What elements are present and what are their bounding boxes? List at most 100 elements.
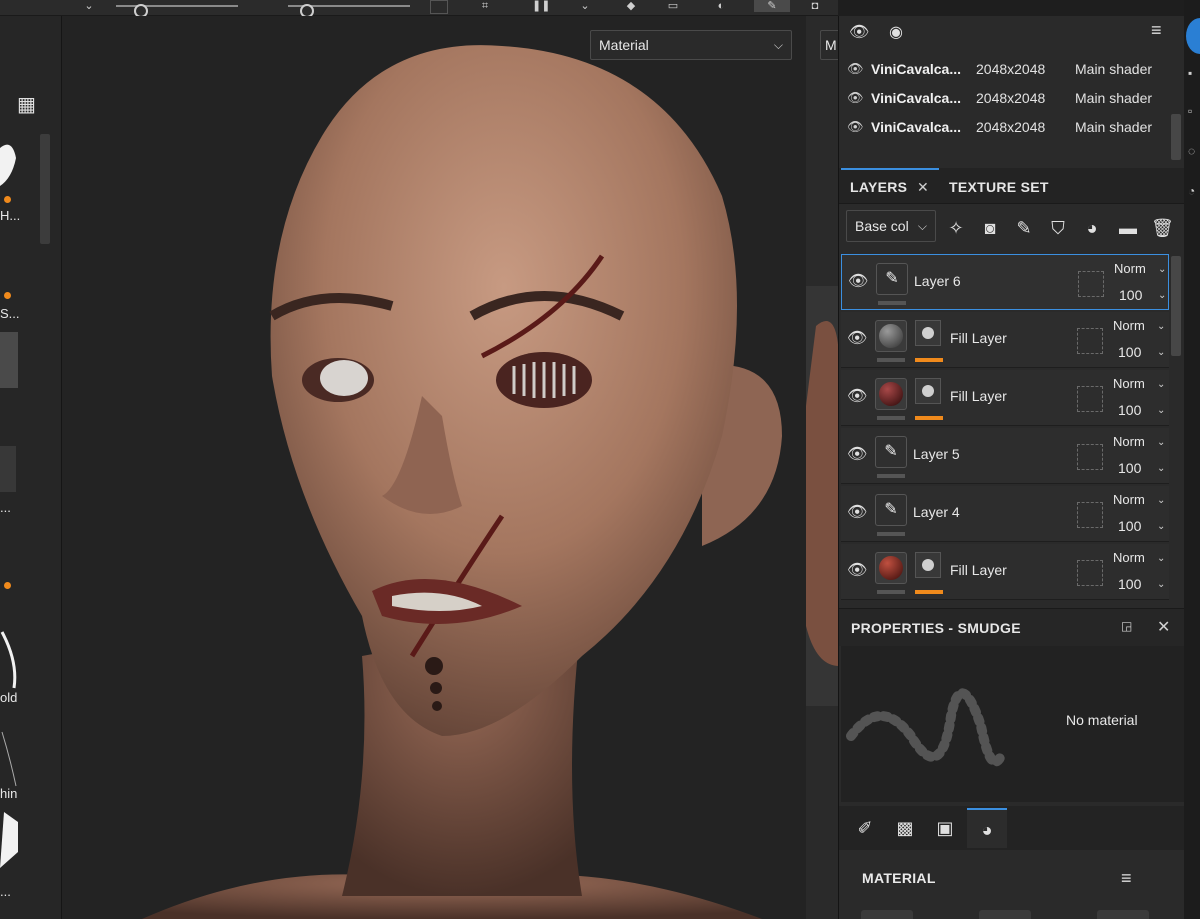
texture-set-row[interactable]: 👁 ViniCavalca... 2048x2048 Main shader [839, 54, 1171, 84]
mask-icon[interactable] [915, 378, 941, 404]
stencil-icon[interactable]: ▣ [925, 808, 965, 848]
texture-set-scrollbar[interactable] [1171, 114, 1181, 160]
dock-icon[interactable]: ▪ [1188, 66, 1192, 80]
eye-icon[interactable]: 👁 [847, 54, 864, 84]
chevron-down-icon[interactable]: ⌄ [1158, 264, 1166, 275]
dock-icon[interactable]: ◌ [1188, 144, 1195, 158]
symmetry-icon[interactable] [430, 0, 448, 14]
layer-name[interactable]: Fill Layer [950, 562, 1007, 578]
material-tab-icon[interactable]: ◕ [967, 808, 1007, 848]
layers-scrollbar[interactable] [1171, 256, 1181, 356]
undock-icon[interactable]: ◲ [1121, 619, 1132, 633]
layer-opacity[interactable]: 100 [1118, 576, 1141, 592]
chevron-down-icon[interactable]: ⌄ [1157, 321, 1165, 332]
layer-name[interactable]: Layer 6 [914, 273, 961, 289]
eye-icon[interactable]: 👁 [847, 560, 867, 580]
tab-layers[interactable]: LAYERS ✕ [841, 168, 939, 204]
blend-mode[interactable]: Norm [1113, 434, 1145, 449]
brush-tool-icon[interactable]: ✎ [754, 0, 790, 12]
blend-preview[interactable] [1077, 328, 1103, 354]
texture-set-row[interactable]: 👁 ViniCavalca... 2048x2048 Main shader [839, 83, 1171, 113]
blend-preview[interactable] [1078, 271, 1104, 297]
close-icon[interactable]: ✕ [1157, 617, 1170, 637]
curve-thumbnail[interactable] [0, 728, 20, 788]
texture-set-row[interactable]: 👁 ViniCavalca... 2048x2048 Main shader [839, 112, 1171, 142]
chevron-down-icon[interactable]: ⌄ [1157, 463, 1165, 474]
visibility-toggle-icon[interactable]: 👁 [849, 22, 869, 42]
material-button[interactable] [861, 910, 913, 919]
dock-active-button[interactable] [1186, 18, 1200, 54]
chevron-down-icon[interactable]: ⌄ [80, 0, 98, 12]
brush-thumbnail[interactable] [0, 812, 20, 872]
chevron-down-icon[interactable]: ⌄ [1157, 553, 1165, 564]
channel-dropdown[interactable]: Base col ⌵ [846, 210, 936, 242]
sphere-view-icon[interactable]: ◆ [622, 0, 640, 12]
layer-name[interactable]: Fill Layer [950, 330, 1007, 346]
display-settings-icon[interactable]: ⌄ [576, 0, 594, 12]
shelf-scrollbar[interactable] [40, 134, 50, 244]
eye-icon[interactable]: 👁 [847, 386, 867, 406]
layout-icon[interactable]: ▭ [664, 0, 682, 12]
close-icon[interactable]: ✕ [917, 170, 929, 204]
chevron-down-icon[interactable]: ⌄ [1157, 437, 1165, 448]
layer-name[interactable]: Layer 4 [913, 504, 960, 520]
add-fill-layer-icon[interactable]: ⛉ [1047, 217, 1069, 239]
chevron-down-icon[interactable]: ⌄ [1157, 347, 1165, 358]
layer-row-layer4[interactable]: 👁 ✎ Layer 4 Norm ⌄ 100 ⌄ [841, 486, 1169, 542]
blend-mode[interactable]: Norm [1113, 550, 1145, 565]
brush-settings-icon[interactable]: ✐ [845, 808, 885, 848]
uv-view-dropdown[interactable]: M [820, 30, 839, 60]
layer-name[interactable]: Fill Layer [950, 388, 1007, 404]
add-folder-icon[interactable]: ▬ [1117, 217, 1139, 239]
delete-layer-icon[interactable]: 🗑 [1151, 217, 1174, 239]
eye-icon[interactable]: 👁 [847, 328, 867, 348]
tab-texture-set-settings[interactable]: TEXTURE SET SETTINGS [949, 168, 1121, 233]
texture-thumbnail[interactable] [0, 436, 20, 496]
layer-row-layer6[interactable]: 👁 ✎ Layer 6 Norm ⌄ 100 ⌄ [841, 254, 1169, 310]
layer-row-fill-2[interactable]: 👁 Fill Layer Norm ⌄ 100 ⌄ [841, 370, 1169, 426]
chevron-down-icon[interactable]: ⌄ [1157, 405, 1165, 416]
add-paint-layer-icon[interactable]: ✎ [1013, 217, 1035, 239]
dock-icon[interactable]: ▫ [1188, 104, 1192, 118]
layer-name[interactable]: Layer 5 [913, 446, 960, 462]
pause-icon[interactable]: ❚❚ [532, 0, 550, 12]
blend-preview[interactable] [1077, 386, 1103, 412]
layer-opacity[interactable]: 100 [1118, 402, 1141, 418]
material-button[interactable] [979, 910, 1031, 919]
chevron-down-icon[interactable]: ⌄ [1157, 379, 1165, 390]
eye-icon[interactable]: ◉ [889, 22, 903, 42]
menu-icon[interactable]: ≡ [1121, 868, 1132, 889]
layer-row-layer5[interactable]: 👁 ✎ Layer 5 Norm ⌄ 100 ⌄ [841, 428, 1169, 484]
screenshot-icon[interactable]: ◐ [712, 0, 730, 12]
mask-icon[interactable] [915, 552, 941, 578]
viewport-3d[interactable]: Material ⌵ [62, 16, 806, 919]
blend-preview[interactable] [1077, 444, 1103, 470]
material-button[interactable] [1097, 910, 1149, 919]
tool-flow-slider[interactable] [288, 4, 410, 18]
blend-mode[interactable]: Norm [1113, 376, 1145, 391]
eye-icon[interactable]: 👁 [848, 271, 868, 291]
chevron-down-icon[interactable]: ⌄ [1157, 495, 1165, 506]
add-smart-material-icon[interactable]: ◕ [1081, 217, 1103, 239]
blend-mode[interactable]: Norm [1113, 492, 1145, 507]
alpha-icon[interactable]: ▩ [885, 808, 925, 848]
eye-icon[interactable]: 👁 [847, 502, 867, 522]
tool-size-slider[interactable] [116, 4, 238, 18]
blend-preview[interactable] [1077, 560, 1103, 586]
mask-icon[interactable] [915, 320, 941, 346]
layer-row-fill-3[interactable]: 👁 Fill Layer Norm ⌄ 100 ⌄ [841, 544, 1169, 600]
grid-view-icon[interactable]: ▦ [17, 92, 36, 117]
layer-opacity[interactable]: 100 [1118, 518, 1141, 534]
chevron-down-icon[interactable]: ⌄ [1157, 579, 1165, 590]
curve-thumbnail[interactable] [0, 622, 20, 692]
add-mask-icon[interactable]: ◙ [979, 217, 1001, 239]
eye-icon[interactable]: 👁 [847, 112, 864, 142]
uv-view-2d[interactable]: M [806, 16, 839, 919]
layer-opacity[interactable]: 100 [1118, 344, 1141, 360]
add-effect-icon[interactable]: ✧ [945, 217, 967, 239]
layer-opacity[interactable]: 100 [1118, 460, 1141, 476]
dock-icon[interactable]: ◔ [1188, 184, 1195, 198]
chevron-down-icon[interactable]: ⌄ [1158, 290, 1166, 301]
camera-mode-icon[interactable]: ⌗ [476, 0, 494, 12]
camera-icon[interactable]: ◘ [806, 0, 824, 12]
